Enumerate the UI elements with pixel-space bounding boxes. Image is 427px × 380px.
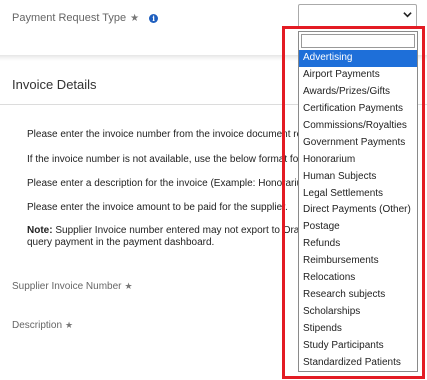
description-label: Description ★: [12, 320, 73, 331]
note-body: Supplier Invoice number entered may not …: [52, 225, 307, 236]
chevron-down-icon: [403, 10, 412, 22]
payment-request-type-label: Payment Request Type ★ i: [12, 12, 159, 24]
instruction-amount: Please enter the invoice amount to be pa…: [27, 202, 288, 213]
required-star-icon: ★: [130, 12, 140, 24]
note-line-2: query payment in the payment dashboard.: [27, 237, 215, 248]
required-star-icon: ★: [124, 281, 133, 291]
payment-request-type-select[interactable]: [298, 4, 417, 28]
red-highlight-box: [282, 26, 425, 379]
required-star-icon: ★: [65, 320, 74, 330]
instruction-format: If the invoice number is not available, …: [27, 154, 299, 165]
supplier-invoice-number-text: Supplier Invoice Number: [12, 281, 122, 292]
instruction-invoice-number: Please enter the invoice number from the…: [27, 129, 308, 140]
invoice-details-title: Invoice Details: [12, 77, 97, 92]
info-icon[interactable]: i: [149, 13, 159, 23]
supplier-invoice-number-label: Supplier Invoice Number ★: [12, 281, 133, 292]
instruction-description: Please enter a description for the invoi…: [27, 178, 311, 189]
description-text: Description: [12, 320, 63, 331]
payment-request-type-text: Payment Request Type: [12, 12, 127, 24]
note-label: Note:: [27, 225, 53, 236]
